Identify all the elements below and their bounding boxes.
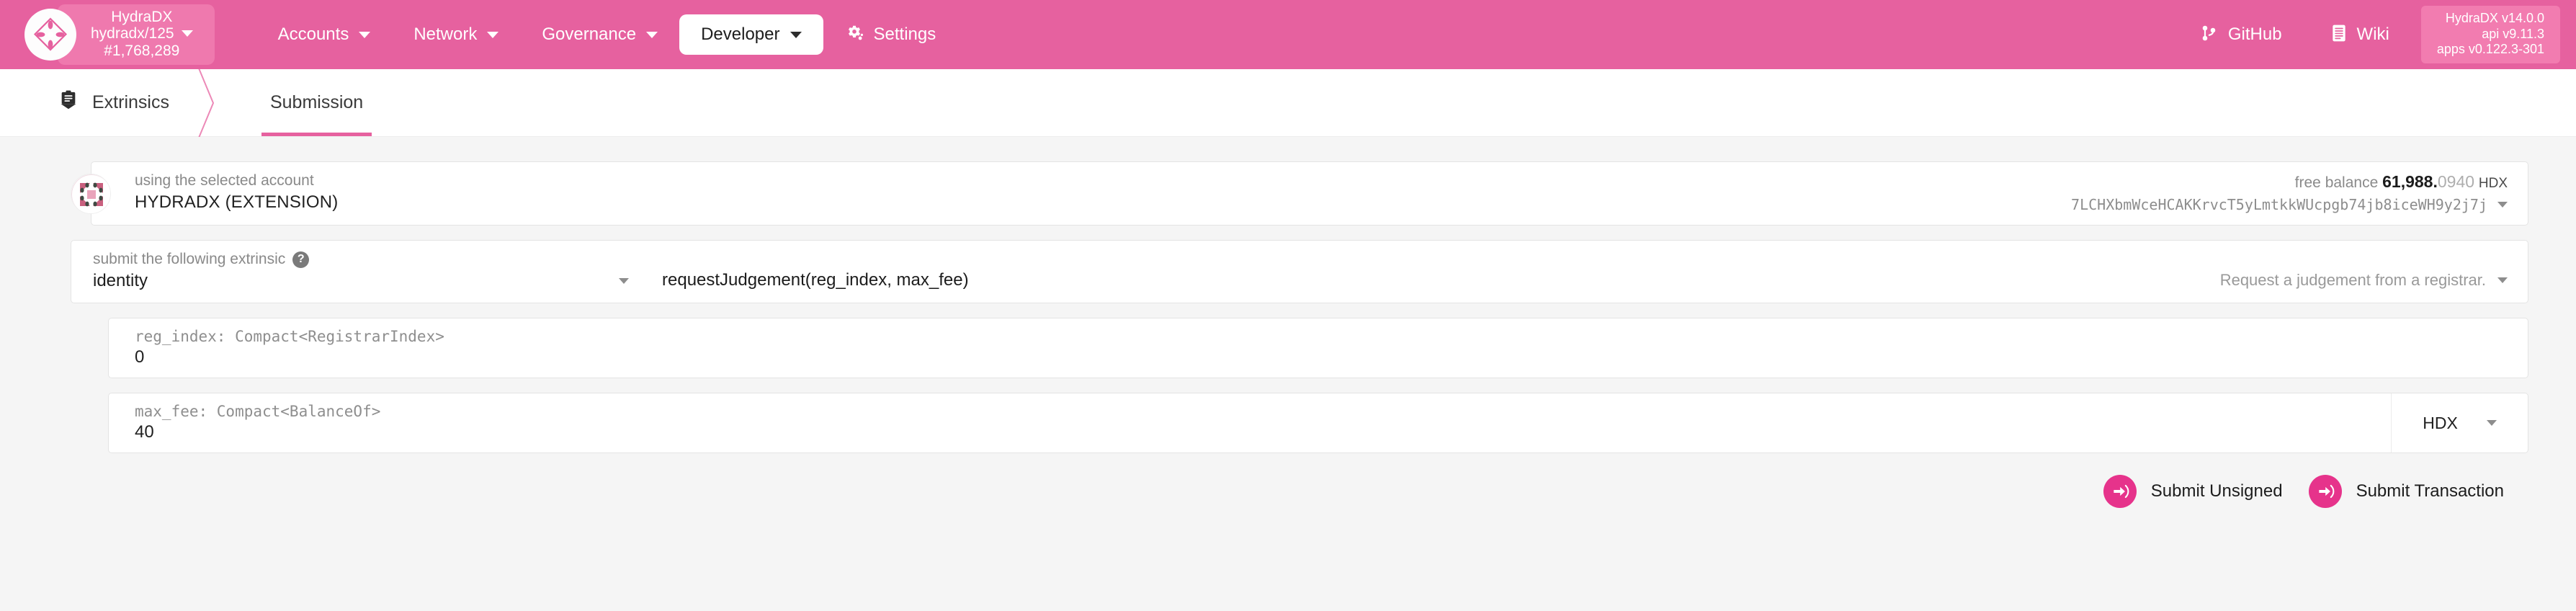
chevron-down-icon <box>790 31 802 38</box>
extrinsic-field-label: submit the following extrinsic <box>93 251 286 267</box>
nav-item-developer[interactable]: Developer <box>679 14 823 55</box>
param-input-reg-index[interactable]: reg_index: Compact<RegistrarIndex> 0 <box>109 318 2528 378</box>
tab-label-submission: Submission <box>269 92 364 112</box>
tab-label-extrinsics: Extrinsics <box>92 92 169 112</box>
link-wiki[interactable]: Wiki <box>2328 15 2392 55</box>
free-balance-integer: 61,988. <box>2382 172 2438 191</box>
method-select[interactable]: requestJudgement(reg_index, max_fee) Req… <box>648 241 2528 303</box>
chevron-down-icon <box>2497 277 2508 283</box>
chain-spec: hydradx/125 <box>91 25 174 43</box>
nav-item-accounts[interactable]: Accounts <box>256 14 393 55</box>
sign-in-icon <box>2308 475 2342 508</box>
chevron-down-icon <box>646 31 658 38</box>
link-github[interactable]: GitHub <box>2198 15 2285 55</box>
link-label-github: GitHub <box>2227 24 2282 44</box>
tab-extrinsics[interactable]: Extrinsics <box>50 69 178 136</box>
account-field-label: using the selected account <box>135 172 314 189</box>
chain-name: HydraDX <box>111 8 173 25</box>
method-value: requestJudgement(reg_index, max_fee) <box>662 270 969 290</box>
external-links: GitHub Wiki <box>2198 15 2392 55</box>
submit-transaction-label: Submit Transaction <box>2356 481 2504 501</box>
nav-label-settings: Settings <box>873 24 936 44</box>
version-apps: apps v0.122.3-301 <box>2436 42 2544 57</box>
main-content: using the selected account HYDRADX (EXTE… <box>0 137 2576 611</box>
param-row-max-fee: max_fee: Compact<BalanceOf> 40 HDX <box>108 393 2528 453</box>
account-field-value: HYDRADX (EXTENSION) <box>135 192 339 212</box>
nav-label-governance: Governance <box>542 24 637 44</box>
chevron-down-icon <box>359 31 371 38</box>
brand-chain-selector[interactable]: HydraDX hydradx/125 #1,768,289 <box>24 4 215 66</box>
version-info: HydraDX v14.0.0 api v9.11.3 apps v0.122.… <box>2420 5 2560 64</box>
nav-label-accounts: Accounts <box>277 24 349 44</box>
free-balance: free balance 61,988.0940 HDX <box>2295 172 2508 192</box>
free-balance-unit: HDX <box>2478 176 2508 191</box>
param-label-reg-index: reg_index: Compact<RegistrarIndex> <box>135 328 444 345</box>
account-identicon[interactable] <box>71 173 111 214</box>
free-balance-decimal: 0940 <box>2437 172 2475 191</box>
pallet-value: identity <box>93 271 148 290</box>
tab-submission[interactable]: Submission <box>261 69 372 136</box>
git-branch-icon <box>2201 24 2218 46</box>
param-value-reg-index[interactable]: 0 <box>135 347 2509 367</box>
unit-value-max-fee: HDX <box>2423 413 2458 432</box>
submit-transaction-button[interactable]: Submit Transaction <box>2308 475 2504 508</box>
pallet-select[interactable]: submit the following extrinsic ? identit… <box>71 241 648 303</box>
version-app: HydraDX v14.0.0 <box>2445 10 2544 25</box>
chevron-down-icon <box>619 278 629 284</box>
sign-in-icon <box>2103 475 2137 508</box>
block-number: #1,768,289 <box>104 42 180 59</box>
nav-item-settings[interactable]: Settings <box>823 14 958 56</box>
tab-separator <box>178 68 231 137</box>
submit-button-row: Submit Unsigned Submit Transaction <box>48 468 2528 508</box>
nav-item-governance[interactable]: Governance <box>520 14 679 55</box>
chevron-down-icon <box>487 31 499 38</box>
link-label-wiki: Wiki <box>2356 24 2389 44</box>
tab-bar: Extrinsics Submission <box>0 68 2576 137</box>
top-header-bar: HydraDX hydradx/125 #1,768,289 Accounts … <box>0 0 2576 69</box>
chain-info-chip[interactable]: HydraDX hydradx/125 #1,768,289 <box>58 4 215 66</box>
account-address: 7LCHXbmWceHCAKKrvcT5yLmtkkWUcpgb74jb8ice… <box>2071 196 2487 213</box>
gear-icon <box>845 24 864 46</box>
chevron-down-icon <box>2486 420 2497 426</box>
book-icon <box>2331 24 2347 46</box>
clipboard-icon <box>59 90 78 115</box>
extrinsic-selector-row: submit the following extrinsic ? identit… <box>71 240 2528 303</box>
free-balance-label: free balance <box>2294 174 2379 191</box>
nav-label-network: Network <box>413 24 478 44</box>
account-address-dropdown[interactable]: 7LCHXbmWceHCAKKrvcT5yLmtkkWUcpgb74jb8ice… <box>2071 196 2508 213</box>
param-label-max-fee: max_fee: Compact<BalanceOf> <box>135 403 381 420</box>
chevron-down-icon <box>181 30 193 37</box>
method-description: Request a judgement from a registrar. <box>2219 271 2486 289</box>
nav-item-network[interactable]: Network <box>392 14 520 55</box>
nav-label-developer: Developer <box>701 24 780 44</box>
question-mark-icon[interactable]: ? <box>292 251 310 268</box>
hydradx-diamond-logo-icon <box>24 8 76 61</box>
chevron-down-icon <box>2497 202 2508 208</box>
submit-unsigned-label: Submit Unsigned <box>2150 481 2283 501</box>
param-row-reg-index: reg_index: Compact<RegistrarIndex> 0 <box>108 318 2528 378</box>
account-selector-row: using the selected account HYDRADX (EXTE… <box>48 161 2528 226</box>
version-api: api v9.11.3 <box>2482 26 2544 41</box>
param-value-max-fee[interactable]: 40 <box>135 422 2372 442</box>
param-input-max-fee[interactable]: max_fee: Compact<BalanceOf> 40 <box>109 393 2391 452</box>
unit-select-max-fee[interactable]: HDX <box>2391 393 2528 452</box>
main-navigation: Accounts Network Governance Developer Se… <box>256 14 958 56</box>
submit-unsigned-button[interactable]: Submit Unsigned <box>2103 475 2283 508</box>
account-field-card[interactable]: using the selected account HYDRADX (EXTE… <box>91 161 2528 226</box>
